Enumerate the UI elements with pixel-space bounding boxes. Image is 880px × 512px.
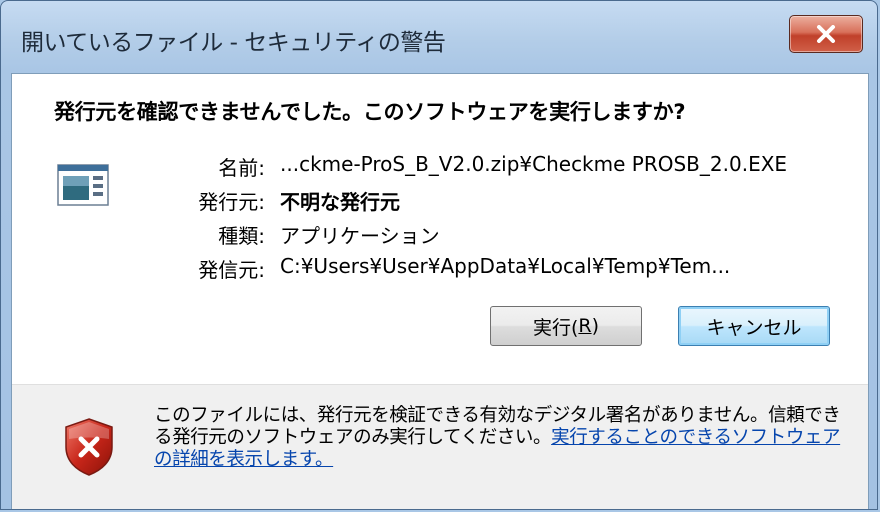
field-label-from: 発信元: (198, 258, 265, 282)
close-x-icon (817, 25, 835, 43)
security-warning-window: 開いているファイル - セキュリティの警告 発行元を確認できませんでした。このソ… (0, 0, 878, 510)
warning-footer: このファイルには、発行元を検証できる有効なデジタル署名がありません。信頼できる発… (12, 384, 868, 509)
field-label-type: 種類: (218, 224, 265, 248)
field-value-name: ...ckme-ProS_B_V2.0.zip¥Checkme PROSB_2.… (280, 152, 788, 176)
close-button[interactable] (789, 15, 863, 53)
cancel-button[interactable]: キャンセル (678, 306, 830, 346)
field-value-from: C:¥Users¥User¥AppData¥Local¥Temp¥Tem... (280, 254, 731, 278)
run-button-suffix: ) (591, 315, 600, 337)
field-value-publisher: 不明な発行元 (280, 190, 400, 214)
window-title: 開いているファイル - セキュリティの警告 (21, 30, 446, 56)
dialog-headline: 発行元を確認できませんでした。このソフトウェアを実行しますか? (54, 100, 686, 124)
field-value-type: アプリケーション (280, 224, 440, 248)
security-shield-error-icon (65, 418, 113, 476)
field-label-publisher: 発行元: (198, 190, 265, 214)
warning-message: このファイルには、発行元を検証できる有効なデジタル署名がありません。信頼できる発… (154, 405, 854, 471)
dialog-body: 発行元を確認できませんでした。このソフトウェアを実行しますか? 名前: ...c… (11, 73, 869, 509)
application-window-icon (57, 164, 109, 206)
run-button-mnemonic: R (578, 315, 592, 337)
field-label-name: 名前: (218, 156, 265, 180)
run-button-label: 実行( (532, 316, 579, 339)
title-bar[interactable]: 開いているファイル - セキュリティの警告 (1, 1, 877, 73)
run-button[interactable]: 実行(R) (490, 306, 642, 346)
